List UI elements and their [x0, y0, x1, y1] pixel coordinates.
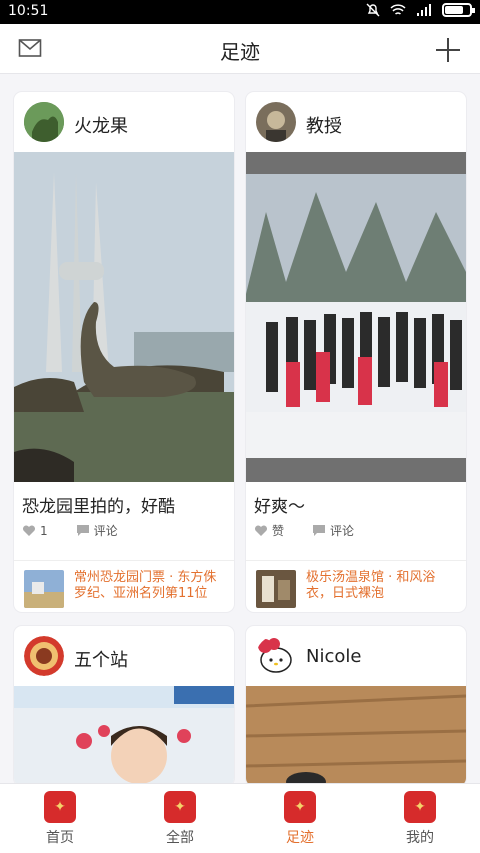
feed-card[interactable]: 火龙果 恐龙园里拍的，好酷 1 评论 常州恐龙园门票 · 东方侏罗纪、亚洲名列第… [14, 92, 234, 612]
post-photo[interactable] [14, 686, 234, 786]
bottom-nav: ✦ 首页 ✦ 全部 ✦ 足迹 ✦ 我的 [0, 783, 480, 853]
tab-all[interactable]: ✦ 全部 [120, 784, 240, 853]
post-photo[interactable] [246, 152, 466, 482]
like-button[interactable]: 赞 [254, 522, 284, 539]
tab-home[interactable]: ✦ 首页 [0, 784, 120, 853]
add-icon[interactable] [434, 36, 462, 68]
place-link[interactable]: 极乐汤温泉馆 · 和风浴衣，日式裸泡 [256, 570, 456, 608]
comment-icon [313, 525, 326, 536]
card-header: Nicole [246, 626, 466, 686]
status-icons [366, 3, 475, 17]
comment-label: 评论 [93, 524, 118, 538]
post-actions: 赞 评论 [254, 522, 354, 539]
divider [246, 560, 466, 561]
avatar[interactable] [256, 102, 296, 142]
avatar[interactable] [24, 636, 64, 676]
feed-card[interactable]: 五个站 [14, 626, 234, 786]
post-photo[interactable] [246, 686, 466, 786]
tab-label: 全部 [166, 829, 194, 846]
mute-bell-icon [366, 3, 380, 17]
avatar[interactable] [256, 636, 296, 676]
tab-label: 首页 [46, 829, 74, 846]
place-title: 极乐汤温泉馆 · 和风浴衣，日式裸泡 [306, 570, 436, 601]
post-caption: 恐龙园里拍的，好酷 [22, 497, 175, 517]
card-header: 火龙果 [14, 92, 234, 152]
lion-mascot-icon: ✦ [404, 790, 436, 823]
heart-icon [22, 524, 36, 536]
battery-icon [442, 3, 475, 17]
wifi-icon [390, 4, 406, 15]
comment-icon [76, 525, 89, 536]
lion-mascot-icon: ✦ [44, 790, 76, 823]
status-time: 10:51 [8, 3, 49, 19]
place-thumbnail [24, 570, 64, 608]
post-caption: 好爽～ [254, 497, 305, 517]
like-button[interactable]: 1 [22, 524, 48, 538]
place-link[interactable]: 常州恐龙园门票 · 东方侏罗纪、亚洲名列第11位 [24, 570, 224, 608]
lion-mascot-icon: ✦ [164, 790, 196, 823]
page-title: 足迹 [220, 40, 260, 64]
comment-label: 评论 [330, 524, 355, 538]
tab-label: 我的 [406, 829, 434, 846]
card-header: 五个站 [14, 626, 234, 686]
comment-button[interactable]: 评论 [312, 522, 354, 539]
place-title: 常州恐龙园门票 · 东方侏罗纪、亚洲名列第11位 [74, 570, 217, 601]
tab-label: 足迹 [286, 829, 314, 846]
tab-mine[interactable]: ✦ 我的 [360, 784, 480, 853]
comment-button[interactable]: 评论 [76, 522, 118, 539]
user-name[interactable]: 教授 [306, 112, 342, 138]
heart-icon [254, 524, 268, 536]
place-thumbnail [256, 570, 296, 608]
user-name[interactable]: Nicole [306, 646, 361, 667]
status-bar: 10:51 [0, 0, 480, 24]
post-photo[interactable] [14, 152, 234, 482]
user-name[interactable]: 五个站 [74, 646, 128, 672]
top-bar: 足迹 [0, 24, 480, 74]
like-count: 1 [40, 523, 48, 538]
lion-mascot-icon: ✦ [284, 790, 316, 823]
feed-card[interactable]: 教授 好爽～ 赞 评论 极乐汤温泉馆 · 和风浴衣，日式裸泡 [246, 92, 466, 612]
signal-icon [417, 4, 431, 16]
user-name[interactable]: 火龙果 [74, 112, 128, 138]
feed-card[interactable]: Nicole [246, 626, 466, 786]
card-header: 教授 [246, 92, 466, 152]
divider [14, 560, 234, 561]
avatar[interactable] [24, 102, 64, 142]
post-actions: 1 评论 [22, 522, 118, 539]
tab-footprints[interactable]: ✦ 足迹 [240, 784, 360, 853]
like-label: 赞 [272, 524, 285, 538]
